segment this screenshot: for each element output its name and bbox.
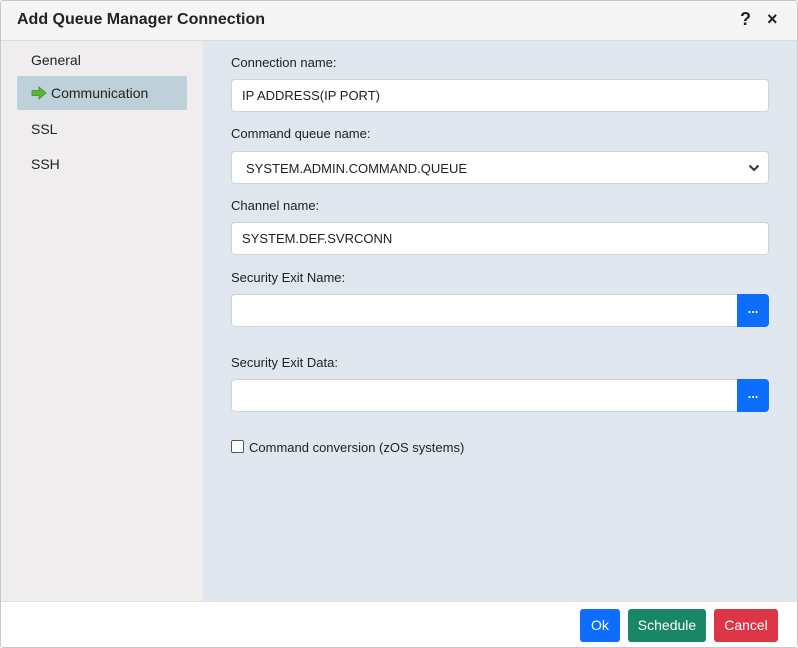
sidebar-item-general[interactable]: General [17,43,187,77]
chevron-down-icon [748,164,760,172]
command-queue-name-value: SYSTEM.ADMIN.COMMAND.QUEUE [246,161,468,176]
command-conversion-row: Command conversion (zOS systems) [231,440,464,455]
sidebar-item-label: General [31,52,81,68]
close-icon[interactable]: × [767,9,778,30]
sidebar-item-label: SSH [31,156,60,172]
dialog-footer: Ok Schedule Cancel [1,601,797,647]
dialog-title: Add Queue Manager Connection [17,11,266,28]
help-icon[interactable]: ? [740,9,751,30]
sidebar-item-communication[interactable]: Communication [17,76,187,110]
security-exit-name-group: ... [231,294,769,327]
dialog-titlebar: Add Queue Manager Connection ? × [1,1,797,41]
arrow-right-icon [31,86,47,100]
security-exit-data-input[interactable] [231,379,739,412]
security-exit-name-browse-button[interactable]: ... [737,294,769,327]
channel-name-input[interactable] [231,222,769,255]
command-conversion-checkbox[interactable] [231,440,244,453]
security-exit-data-label: Security Exit Data: [231,355,338,370]
connection-name-label: Connection name: [231,55,337,70]
sidebar-item-ssl[interactable]: SSL [17,112,187,146]
schedule-button[interactable]: Schedule [628,609,706,642]
security-exit-name-input[interactable] [231,294,739,327]
cancel-button[interactable]: Cancel [714,609,778,642]
sidebar: General Communication SSL SSH [1,41,203,601]
command-queue-name-select[interactable]: SYSTEM.ADMIN.COMMAND.QUEUE [231,151,769,184]
security-exit-name-label: Security Exit Name: [231,270,346,285]
security-exit-data-browse-button[interactable]: ... [737,379,769,412]
connection-name-input[interactable] [231,79,769,112]
channel-name-label: Channel name: [231,198,320,213]
communication-panel: Connection name: Command queue name: SYS… [203,41,797,601]
security-exit-data-group: ... [231,379,769,412]
sidebar-item-label: Communication [51,85,149,101]
add-queue-manager-dialog: Add Queue Manager Connection ? × General… [0,0,798,648]
command-queue-name-label: Command queue name: [231,126,371,141]
sidebar-item-label: SSL [31,121,58,137]
sidebar-item-ssh[interactable]: SSH [17,147,187,181]
command-conversion-label[interactable]: Command conversion (zOS systems) [249,440,464,455]
ok-button[interactable]: Ok [580,609,620,642]
